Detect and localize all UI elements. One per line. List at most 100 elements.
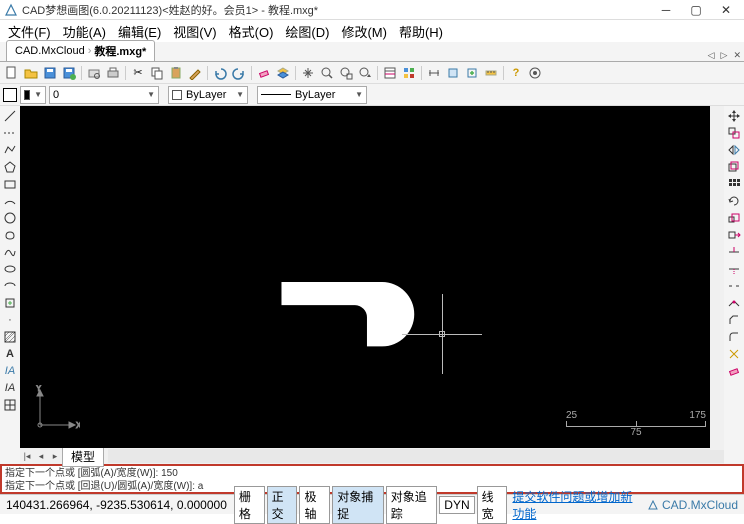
measure-icon[interactable] <box>482 64 500 82</box>
trim-tool-icon[interactable] <box>726 244 742 260</box>
osnap-toggle[interactable]: 对象捕捉 <box>332 486 384 524</box>
ortho-toggle[interactable]: 正交 <box>267 486 298 524</box>
line-tool-icon[interactable] <box>2 108 18 124</box>
feedback-link[interactable]: 提交软件问题或增加新功能 <box>508 488 641 522</box>
mirror-tool-icon[interactable] <box>726 142 742 158</box>
stretch-tool-icon[interactable] <box>726 227 742 243</box>
paste-icon[interactable] <box>167 64 185 82</box>
copy-tool-icon[interactable] <box>726 125 742 141</box>
mtext-tool-icon[interactable]: IA <box>2 363 18 379</box>
grid-toggle[interactable]: 栅格 <box>234 486 265 524</box>
drawing-canvas[interactable]: YX 25175 75 <box>20 106 724 448</box>
copy-icon[interactable] <box>148 64 166 82</box>
close-button[interactable]: ✕ <box>720 4 732 16</box>
save-as-icon[interactable] <box>60 64 78 82</box>
app-icon <box>4 3 18 17</box>
offset-tool-icon[interactable] <box>726 159 742 175</box>
rectangle-tool-icon[interactable] <box>2 176 18 192</box>
menu-help[interactable]: 帮助(H) <box>393 20 449 43</box>
xline-tool-icon[interactable] <box>2 125 18 141</box>
tab-prev-icon[interactable]: ◂ <box>34 451 48 462</box>
tab-next-icon[interactable]: ▸ <box>48 451 62 462</box>
revcloud-tool-icon[interactable] <box>2 227 18 243</box>
color-value: ByLayer <box>186 89 226 101</box>
break-tool-icon[interactable] <box>726 278 742 294</box>
join-tool-icon[interactable] <box>726 295 742 311</box>
standard-toolbar: ✂ ? <box>0 62 744 84</box>
minimize-button[interactable]: ─ <box>660 4 672 16</box>
layer-combo[interactable]: 0 ▼ <box>49 86 159 104</box>
print-icon[interactable] <box>104 64 122 82</box>
color-picker-combo[interactable]: ▼ <box>20 86 46 104</box>
open-file-icon[interactable] <box>22 64 40 82</box>
save-icon[interactable] <box>41 64 59 82</box>
color-bylayer-combo[interactable]: ByLayer ▼ <box>168 86 248 104</box>
model-tab[interactable]: 模型 <box>62 446 104 467</box>
ellipse-arc-tool-icon[interactable] <box>2 278 18 294</box>
document-tab-row: CAD.MxCloud › 教程.mxg* ◁ ▷ ✕ <box>0 42 744 62</box>
menu-view[interactable]: 视图(V) <box>167 20 222 43</box>
tool-palette-icon[interactable] <box>400 64 418 82</box>
insert-block-icon[interactable] <box>2 295 18 311</box>
tab-close-icon[interactable]: ✕ <box>730 50 744 61</box>
vertical-scrollbar[interactable] <box>710 106 724 450</box>
scale-tool-icon[interactable] <box>726 210 742 226</box>
polygon-tool-icon[interactable] <box>2 159 18 175</box>
tab-next-icon[interactable]: ▷ <box>718 50 731 61</box>
chamfer-tool-icon[interactable] <box>726 312 742 328</box>
linetype-combo[interactable]: ByLayer ▼ <box>257 86 367 104</box>
draw-toolbar: · A IA IA <box>0 106 20 464</box>
tab-prev-icon[interactable]: ◁ <box>705 50 718 61</box>
maximize-button[interactable]: ▢ <box>690 4 702 16</box>
help-icon[interactable]: ? <box>507 64 525 82</box>
erase-icon[interactable] <box>255 64 273 82</box>
dim-linear-icon[interactable] <box>425 64 443 82</box>
match-props-icon[interactable] <box>186 64 204 82</box>
cut-icon[interactable]: ✂ <box>129 64 147 82</box>
extend-tool-icon[interactable] <box>726 261 742 277</box>
fillet-tool-icon[interactable] <box>726 329 742 345</box>
erase-tool-icon[interactable] <box>726 363 742 379</box>
horizontal-scrollbar[interactable] <box>108 449 724 463</box>
document-tab[interactable]: CAD.MxCloud › 教程.mxg* <box>6 40 155 61</box>
menu-modify[interactable]: 修改(M) <box>335 20 393 43</box>
arc-tool-icon[interactable] <box>2 193 18 209</box>
move-tool-icon[interactable] <box>726 108 742 124</box>
command-history-line: 指定下一个点或 [圆弧(A)/宽度(W)]: 150 <box>5 467 739 480</box>
polar-toggle[interactable]: 极轴 <box>299 486 330 524</box>
pan-icon[interactable] <box>299 64 317 82</box>
new-file-icon[interactable] <box>3 64 21 82</box>
zoom-window-icon[interactable] <box>318 64 336 82</box>
menu-format[interactable]: 格式(O) <box>223 20 280 43</box>
insert-icon[interactable] <box>463 64 481 82</box>
zoom-extents-icon[interactable] <box>337 64 355 82</box>
mtext2-tool-icon[interactable]: IA <box>2 380 18 396</box>
properties-icon[interactable] <box>381 64 399 82</box>
spline-tool-icon[interactable] <box>2 244 18 260</box>
table-tool-icon[interactable] <box>2 397 18 413</box>
polyline-tool-icon[interactable] <box>2 142 18 158</box>
point-tool-icon[interactable]: · <box>2 312 18 328</box>
current-color-swatch[interactable] <box>3 88 17 102</box>
dropdown-icon: ▼ <box>34 90 42 99</box>
circle-tool-icon[interactable] <box>2 210 18 226</box>
redo-icon[interactable] <box>230 64 248 82</box>
otrack-toggle[interactable]: 对象追踪 <box>386 486 438 524</box>
lineweight-toggle[interactable]: 线宽 <box>477 486 508 524</box>
explode-tool-icon[interactable] <box>726 346 742 362</box>
print-preview-icon[interactable] <box>85 64 103 82</box>
menu-draw[interactable]: 绘图(D) <box>279 20 335 43</box>
ellipse-tool-icon[interactable] <box>2 261 18 277</box>
array-tool-icon[interactable] <box>726 176 742 192</box>
block-icon[interactable] <box>444 64 462 82</box>
rotate-tool-icon[interactable] <box>726 193 742 209</box>
tab-first-icon[interactable]: |◂ <box>20 451 34 462</box>
undo-icon[interactable] <box>211 64 229 82</box>
settings-icon[interactable] <box>526 64 544 82</box>
hatch-tool-icon[interactable] <box>2 329 18 345</box>
zoom-prev-icon[interactable] <box>356 64 374 82</box>
text-tool-icon[interactable]: A <box>2 346 18 362</box>
doc-name: 教程.mxg* <box>94 43 146 59</box>
dyn-toggle[interactable]: DYN <box>439 496 474 514</box>
layers-icon[interactable] <box>274 64 292 82</box>
